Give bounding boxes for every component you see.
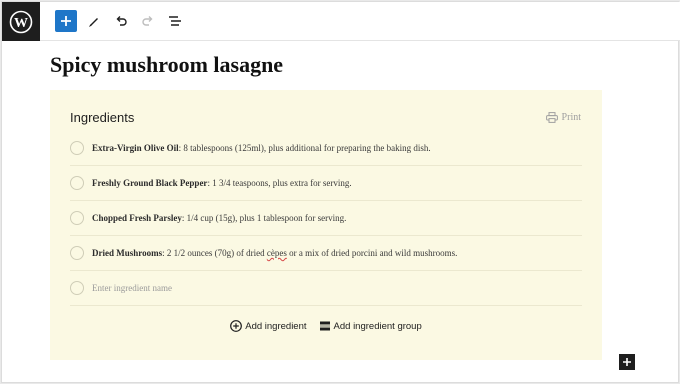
add-ingredient-button[interactable]: Add ingredient [230,320,307,332]
ingredient-row[interactable]: Chopped Fresh Parsley: 1/4 cup (15g), pl… [70,201,582,236]
plus-icon [61,16,71,26]
ingredient-name: Chopped Fresh Parsley [92,213,182,223]
inserter-button[interactable] [619,354,635,370]
ingredient-text[interactable]: Extra-Virgin Olive Oil: 8 tablespoons (1… [92,143,431,153]
editor-frame: W Spicy mushroom lasagne Ingredients Pri… [1,1,680,383]
ingredient-name: Dried Mushrooms [92,248,163,258]
ingredient-amount: 1/4 cup (15g), plus 1 tablespoon for ser… [184,213,347,223]
ingredient-text[interactable]: Chopped Fresh Parsley: 1/4 cup (15g), pl… [92,213,346,223]
ingredient-list: Extra-Virgin Olive Oil: 8 tablespoons (1… [70,131,582,306]
ingredient-row[interactable]: Extra-Virgin Olive Oil: 8 tablespoons (1… [70,131,582,166]
ingredient-name: Freshly Ground Black Pepper [92,178,208,188]
block-actions: Add ingredient Add ingredient group [50,320,602,332]
group-icon [319,321,330,331]
redo-icon [142,16,153,26]
ingredient-amount-rest: or a mix of dried porcini and wild mushr… [286,248,458,258]
list-view-icon [169,16,181,26]
svg-text:W: W [14,16,28,31]
ingredient-amount: 1 3/4 teaspoons, plus extra for serving. [209,178,352,188]
ingredient-name: Extra-Virgin Olive Oil [92,143,179,153]
ingredient-amount: 8 tablespoons (125ml), plus additional f… [181,143,431,153]
ingredients-block[interactable]: Ingredients Print Extra-Virgin Olive Oil… [50,90,602,360]
new-ingredient-row[interactable]: Enter ingredient name [70,271,582,306]
ingredient-text[interactable]: Freshly Ground Black Pepper: 1 3/4 teasp… [92,178,352,188]
undo-icon [116,16,127,26]
ingredient-checkbox[interactable] [70,211,84,225]
ingredient-checkbox[interactable] [70,246,84,260]
printer-icon [545,112,558,123]
wordpress-logo-icon[interactable]: W [2,2,40,41]
spellcheck-word: cèpes [266,248,287,258]
ingredient-row[interactable]: Freshly Ground Black Pepper: 1 3/4 teasp… [70,166,582,201]
add-circle-icon [230,320,243,332]
add-block-button[interactable] [55,10,77,32]
plus-icon [623,358,631,366]
undo-button[interactable] [110,10,132,32]
ingredient-checkbox[interactable] [70,141,84,155]
ingredient-row[interactable]: Dried Mushrooms: 2 1/2 ounces (70g) of d… [70,236,582,271]
list-view-button[interactable] [164,10,186,32]
tools-button[interactable] [83,10,105,32]
pen-icon [89,18,98,27]
ingredient-amount: 2 1/2 ounces (70g) of dried [164,248,267,258]
ingredient-name-input[interactable]: Enter ingredient name [92,283,172,293]
post-title[interactable]: Spicy mushroom lasagne [50,52,283,78]
print-button[interactable]: Print [545,112,581,123]
ingredient-text[interactable]: Dried Mushrooms: 2 1/2 ounces (70g) of d… [92,248,457,258]
ingredient-checkbox[interactable] [70,281,84,295]
ingredient-checkbox[interactable] [70,176,84,190]
add-ingredient-group-button[interactable]: Add ingredient group [319,320,422,332]
ingredients-heading[interactable]: Ingredients [70,110,134,125]
print-label: Print [561,112,581,123]
redo-button[interactable] [137,10,159,32]
add-group-label: Add ingredient group [333,320,422,332]
add-ingredient-label: Add ingredient [245,320,307,332]
editor-toolbar: W [2,2,680,41]
